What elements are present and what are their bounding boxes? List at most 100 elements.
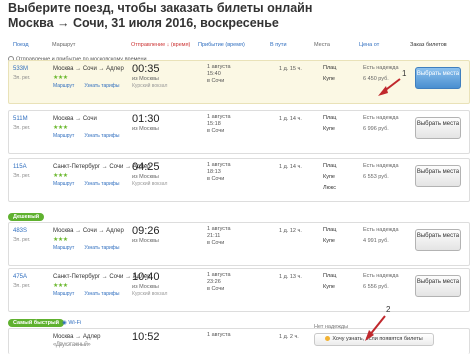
- wifi-label: ◉ Wi-Fi: [62, 320, 81, 326]
- arrival-time: 15:40: [207, 71, 221, 77]
- row-links: Маршрут Узнать тарифы: [53, 133, 130, 139]
- arrival-time: 15:18: [207, 121, 221, 127]
- table-row: 475А Эл. рег. Санкт-Петербург → Сочи → А…: [8, 268, 470, 312]
- select-seats-button[interactable]: Выбрать места: [415, 229, 461, 251]
- arrival-info: 1 августа 23:26 в Сочи: [207, 272, 267, 293]
- seat-price: Есть надежда: [363, 227, 399, 233]
- route-text[interactable]: Москва → Адлер: [53, 333, 101, 341]
- row-links: Маршрут Узнать тарифы: [53, 83, 130, 89]
- route-text[interactable]: Москва → Сочи: [53, 115, 97, 123]
- seat-class: Купе: [323, 126, 335, 132]
- departure-time: 00:35: [132, 63, 160, 75]
- route-link[interactable]: Маршрут: [53, 133, 74, 139]
- travel-duration: 1 д. 2 ч.: [279, 334, 299, 340]
- seat-class: Купе: [323, 238, 335, 244]
- callout-number-1: 1: [402, 69, 407, 78]
- train-number[interactable]: 483S: [13, 228, 27, 234]
- arrival-to: в Сочи: [207, 176, 225, 182]
- train-number[interactable]: 475А: [13, 274, 27, 280]
- departure-time: 04:25: [132, 161, 160, 173]
- seat-price: 6 450 руб.: [363, 76, 389, 82]
- seat-price: Есть надежда: [363, 65, 399, 71]
- tariff-link[interactable]: Узнать тарифы: [84, 245, 119, 251]
- departure-station: Курский вокзал: [132, 83, 168, 89]
- wifi-text: Wi-Fi: [68, 320, 82, 326]
- table-header: Поезд Маршрут Отправление ↓ (время) Приб…: [0, 40, 474, 52]
- tariff-link[interactable]: Узнать тарифы: [84, 133, 119, 139]
- tariff-link[interactable]: Узнать тарифы: [84, 291, 119, 297]
- notify-button[interactable]: Хочу узнать, если появятся билеты: [314, 333, 434, 346]
- column-arrival[interactable]: Прибытие (время): [198, 42, 245, 48]
- train-subtitle: «Двухэтажный»: [53, 342, 91, 348]
- train-number[interactable]: 115А: [13, 164, 27, 170]
- column-travel[interactable]: В пути: [270, 42, 287, 48]
- arrival-info: 1 августа 15:40 в Сочи: [207, 64, 267, 85]
- select-seats-button[interactable]: Выбрать места: [415, 67, 461, 89]
- arrival-date: 1 августа: [207, 162, 231, 168]
- route-link[interactable]: Маршрут: [53, 291, 74, 297]
- select-seats-button[interactable]: Выбрать места: [415, 275, 461, 297]
- train-type: Эл. рег.: [13, 75, 31, 81]
- travel-duration: 1 д. 12 ч.: [279, 228, 302, 234]
- column-train[interactable]: Поезд: [13, 42, 29, 48]
- arrival-to: в Сочи: [207, 240, 225, 246]
- train-type: Эл. рег.: [13, 283, 31, 289]
- tariff-link[interactable]: Узнать тарифы: [84, 83, 119, 89]
- arrival-to: в Сочи: [207, 286, 225, 292]
- route-link[interactable]: Маршрут: [53, 83, 74, 89]
- travel-duration: 1 д. 14 ч.: [279, 116, 302, 122]
- arrival-time: 21:11: [207, 233, 221, 239]
- departure-from: из Москвы: [132, 174, 159, 180]
- departure-time: 10:40: [132, 271, 160, 283]
- row-links: Маршрут Узнать тарифы: [53, 181, 130, 187]
- departure-from: из Москвы: [132, 76, 159, 82]
- rating-stars: ★★★: [53, 237, 68, 243]
- seat-class: Плац: [323, 115, 337, 121]
- seat-price: 4 991 руб.: [363, 238, 389, 244]
- arrival-date: 1 августа: [207, 272, 231, 278]
- column-price[interactable]: Цена от: [359, 42, 379, 48]
- departure-time: 09:26: [132, 225, 160, 237]
- table-row: 533М Эл. рег. Москва → Сочи → Адлер ★★★ …: [8, 60, 470, 104]
- seat-class: Купе: [323, 174, 335, 180]
- train-number[interactable]: 511М: [13, 116, 28, 122]
- route-text[interactable]: Москва → Сочи → Адлер: [53, 65, 124, 73]
- select-seats-button[interactable]: Выбрать места: [415, 165, 461, 187]
- route-text[interactable]: Москва → Сочи → Адлер: [53, 227, 124, 235]
- table-row: 511М Эл. рег. Москва → Сочи ★★★ Маршрут У…: [8, 110, 470, 154]
- seat-price: Есть надежда: [363, 163, 399, 169]
- train-number[interactable]: 533М: [13, 66, 28, 72]
- arrival-to: в Сочи: [207, 78, 225, 84]
- arrival-info: 1 августа 21:11 в Сочи: [207, 226, 267, 247]
- arrival-date: 1 августа: [207, 114, 231, 120]
- arrival-to: в Сочи: [207, 128, 225, 134]
- train-type: Эл. рег.: [13, 125, 31, 131]
- arrival-date: 1 августа: [207, 332, 231, 338]
- rating-stars: ★★★: [53, 125, 68, 131]
- departure-from: из Москвы: [132, 238, 159, 244]
- travel-duration: 1 д. 14 ч.: [279, 164, 302, 170]
- no-seats-text: Нет надежды: [314, 324, 349, 330]
- seat-class: Плац: [323, 273, 337, 279]
- seat-class: Плац: [323, 163, 337, 169]
- page-title-line2: Москва → Сочи, 31 июля 2016, воскресенье: [8, 16, 279, 30]
- arrival-info: 1 августа 18:13 в Сочи: [207, 162, 267, 183]
- seat-class: Купе: [323, 284, 335, 290]
- departure-time: 10:52: [132, 331, 160, 343]
- seat-price: 6 553 руб.: [363, 174, 389, 180]
- arrival-date: 1 августа: [207, 64, 231, 70]
- seat-price: 6 996 руб.: [363, 126, 389, 132]
- column-departure[interactable]: Отправление ↓ (время): [131, 42, 190, 48]
- route-link[interactable]: Маршрут: [53, 245, 74, 251]
- select-seats-button[interactable]: Выбрать места: [415, 117, 461, 139]
- route-link[interactable]: Маршрут: [53, 181, 74, 187]
- arrival-time: 23:26: [207, 279, 221, 285]
- rating-stars: ★★★: [53, 173, 68, 179]
- arrival-time: 18:13: [207, 169, 221, 175]
- arrival-info: 1 августа 15:18 в Сочи: [207, 114, 267, 135]
- rating-stars: ★★★: [53, 283, 68, 289]
- row-links: Маршрут Узнать тарифы: [53, 291, 130, 297]
- departure-station: Курский вокзал: [132, 291, 168, 297]
- tariff-link[interactable]: Узнать тарифы: [84, 181, 119, 187]
- table-row: 483S Эл. рег. Москва → Сочи → Адлер ★★★ …: [8, 222, 470, 266]
